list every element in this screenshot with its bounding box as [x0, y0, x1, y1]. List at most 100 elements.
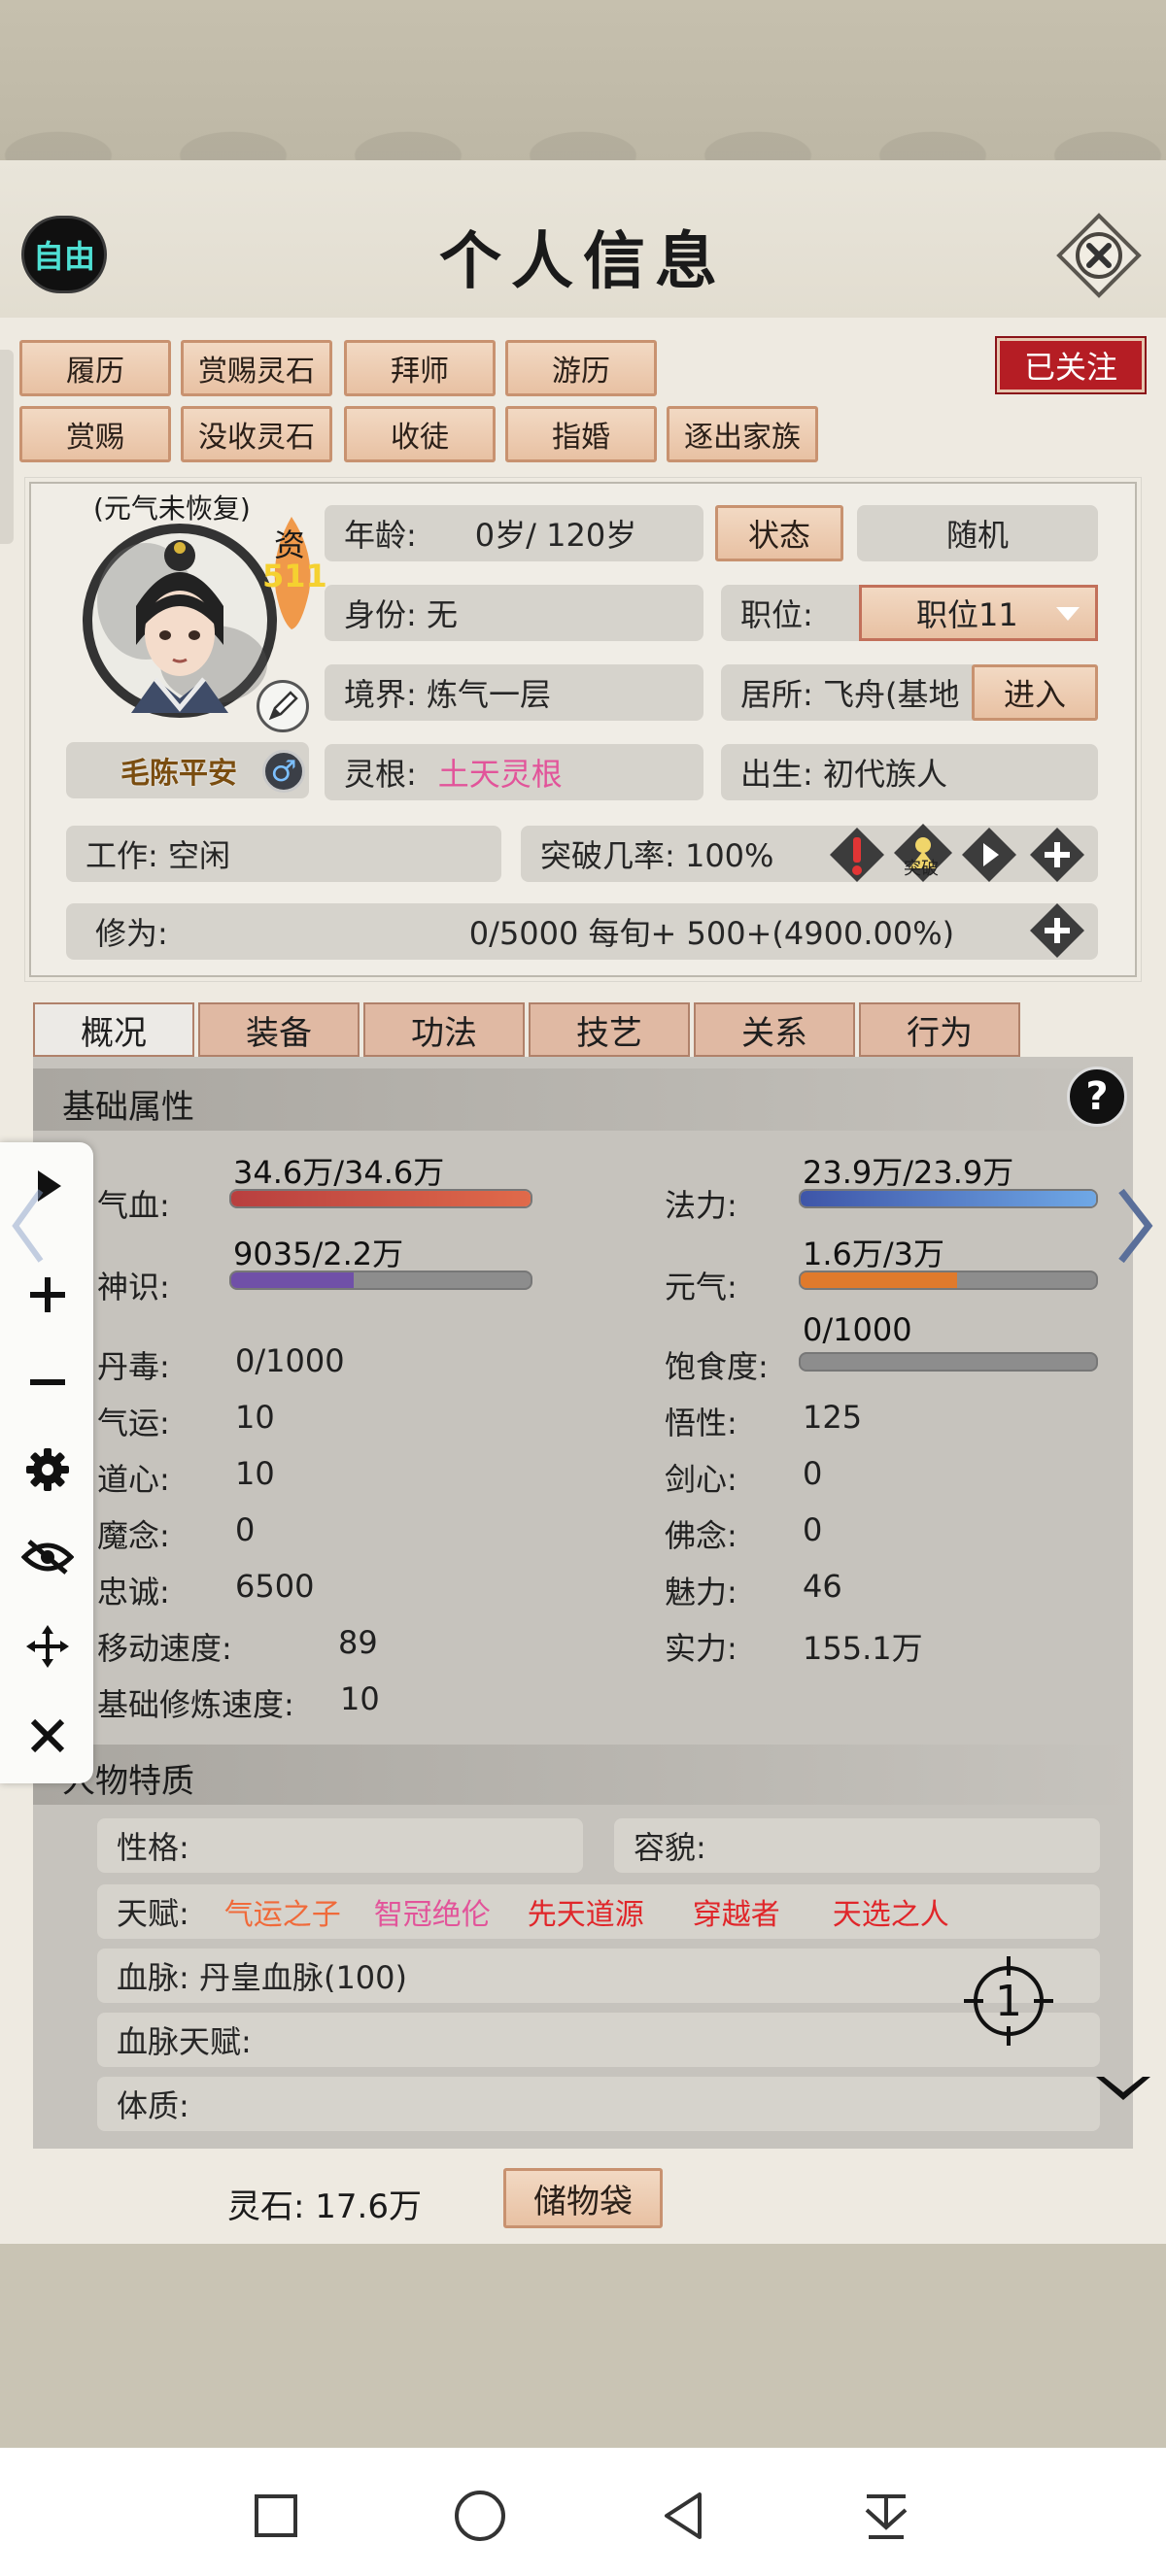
expel-button[interactable]: 逐出家族 — [667, 406, 818, 462]
bloodline-field: 血脉: 丹皇血脉(100) — [97, 1949, 1100, 2003]
demon-value: 0 — [235, 1511, 256, 1548]
talent-4[interactable]: 穿越者 — [693, 1890, 780, 1933]
move-icon — [26, 1625, 69, 1668]
dao-heart-label: 道心: — [97, 1461, 170, 1498]
spirit-stone-label: 灵石: 17.6万 — [227, 2187, 422, 2226]
tab-actions[interactable]: 行为 — [859, 1002, 1020, 1057]
plus-diamond-icon — [1030, 903, 1084, 958]
sense-label: 神识: — [97, 1269, 170, 1305]
buddha-label: 佛念: — [665, 1517, 737, 1554]
sense-value: 9035/2.2万 — [233, 1236, 404, 1272]
satiety-value: 0/1000 — [803, 1311, 912, 1348]
zoom-out-button[interactable] — [23, 1358, 72, 1407]
move-speed-label: 移动速度: — [97, 1630, 232, 1667]
personality-field: 性格: — [97, 1818, 583, 1873]
looks-field: 容貌: — [614, 1818, 1100, 1873]
enter-button[interactable]: 进入 — [972, 664, 1098, 721]
nav-home-button[interactable] — [449, 2485, 511, 2547]
tab-skills[interactable]: 技艺 — [529, 1002, 690, 1057]
dao-heart-value: 10 — [235, 1455, 275, 1492]
reward-button[interactable]: 赏赐 — [19, 406, 171, 462]
tab-equipment[interactable]: 装备 — [198, 1002, 360, 1057]
travel-button[interactable]: 游历 — [505, 340, 657, 396]
hide-button[interactable] — [19, 1533, 76, 1581]
chevron-down-icon — [1056, 607, 1080, 621]
alert-icon — [830, 828, 884, 882]
side-handle[interactable] — [0, 350, 14, 544]
attributes-header — [33, 1068, 1133, 1131]
birth-field: 出生: 初代族人 — [721, 744, 1098, 800]
next-arrow[interactable] — [1114, 1187, 1156, 1265]
followed-badge[interactable]: 已关注 — [995, 336, 1147, 394]
talent-1[interactable]: 气运之子 — [224, 1890, 341, 1933]
chevron-left-icon — [12, 1189, 44, 1263]
cultivation-field: 修为: 0/5000 每旬+ 500+(4900.00%) — [66, 903, 1098, 960]
prev-arrow[interactable] — [8, 1187, 47, 1265]
close-button[interactable] — [1055, 212, 1143, 299]
sword-heart-value: 0 — [803, 1455, 823, 1492]
position-select[interactable]: 职位11 — [859, 585, 1098, 641]
mana-value: 23.9万/23.9万 — [803, 1154, 1014, 1191]
avatar-portrait — [83, 524, 277, 718]
reward-stones-button[interactable]: 赏赐灵石 — [181, 340, 332, 396]
comprehension-value: 125 — [803, 1399, 863, 1436]
nav-dropdown-button[interactable] — [855, 2485, 917, 2547]
strength-value: 155.1万 — [803, 1630, 923, 1667]
talents-field: 天赋: 气运之子 智冠绝伦 先天道源 穿越者 天选之人 — [97, 1884, 1100, 1939]
minus-icon — [30, 1379, 65, 1385]
alert-button[interactable] — [828, 826, 886, 884]
status-button[interactable]: 状态 — [715, 505, 843, 561]
tab-relations[interactable]: 关系 — [694, 1002, 855, 1057]
strength-label: 实力: — [665, 1630, 737, 1667]
resume-button[interactable]: 履历 — [19, 340, 171, 396]
satiety-label: 饱食度: — [665, 1348, 769, 1385]
sense-bar — [229, 1271, 532, 1290]
loyalty-value: 6500 — [235, 1568, 315, 1605]
blood-value: 34.6万/34.6万 — [233, 1154, 445, 1191]
talent-3[interactable]: 先天道源 — [528, 1890, 644, 1933]
help-button[interactable]: ? — [1067, 1067, 1127, 1127]
sword-heart-label: 剑心: — [665, 1461, 737, 1498]
random-button[interactable]: 随机 — [857, 505, 1098, 561]
scroll-down-button[interactable] — [1092, 2069, 1154, 2108]
background-area — [0, 2244, 1166, 2448]
edit-avatar-button[interactable] — [257, 680, 309, 732]
male-icon: ♂ — [262, 750, 305, 793]
locate-button[interactable]: 1 — [960, 1952, 1057, 2050]
root-field: 灵根: 土天灵根 — [325, 744, 703, 800]
add-breakthrough-button[interactable] — [1028, 826, 1086, 884]
mana-bar — [799, 1189, 1098, 1208]
loyalty-label: 忠诚: — [97, 1574, 170, 1610]
pull-down-icon — [865, 2494, 908, 2539]
play-button[interactable] — [960, 826, 1018, 884]
add-cultivation-button[interactable] — [1028, 901, 1086, 960]
zoom-in-button[interactable] — [23, 1271, 72, 1319]
confiscate-stones-button[interactable]: 没收灵石 — [181, 406, 332, 462]
comprehension-label: 悟性: — [665, 1405, 737, 1441]
mana-label: 法力: — [665, 1187, 737, 1224]
nav-back-button[interactable] — [653, 2485, 715, 2547]
tab-overview[interactable]: 概况 — [33, 1002, 194, 1057]
toxin-label: 丹毒: — [97, 1348, 170, 1385]
pencil-icon — [268, 691, 298, 721]
vital-label: 元气: — [665, 1269, 737, 1305]
avatar[interactable] — [78, 519, 282, 723]
tab-techniques[interactable]: 功法 — [363, 1002, 525, 1057]
bloodline-talent-field: 血脉天赋: — [97, 2013, 1100, 2067]
blood-label: 气血: — [97, 1187, 170, 1224]
talent-5[interactable]: 天选之人 — [833, 1890, 949, 1933]
move-button[interactable] — [23, 1622, 72, 1671]
close-toolbar-button[interactable] — [23, 1712, 72, 1760]
apprentice-button[interactable]: 拜师 — [344, 340, 496, 396]
breakthrough-button[interactable]: 突破 — [892, 822, 954, 884]
aptitude-value: 511 — [262, 558, 327, 594]
nav-recents-button[interactable] — [247, 2487, 305, 2545]
arrange-marriage-button[interactable]: 指婚 — [505, 406, 657, 462]
luck-label: 气运: — [97, 1405, 170, 1441]
luck-value: 10 — [235, 1399, 275, 1436]
take-disciple-button[interactable]: 收徒 — [344, 406, 496, 462]
talent-2[interactable]: 智冠绝伦 — [374, 1890, 491, 1933]
settings-button[interactable] — [23, 1445, 72, 1494]
storage-bag-button[interactable]: 储物袋 — [503, 2168, 663, 2228]
free-badge[interactable]: 自由 — [21, 216, 107, 293]
